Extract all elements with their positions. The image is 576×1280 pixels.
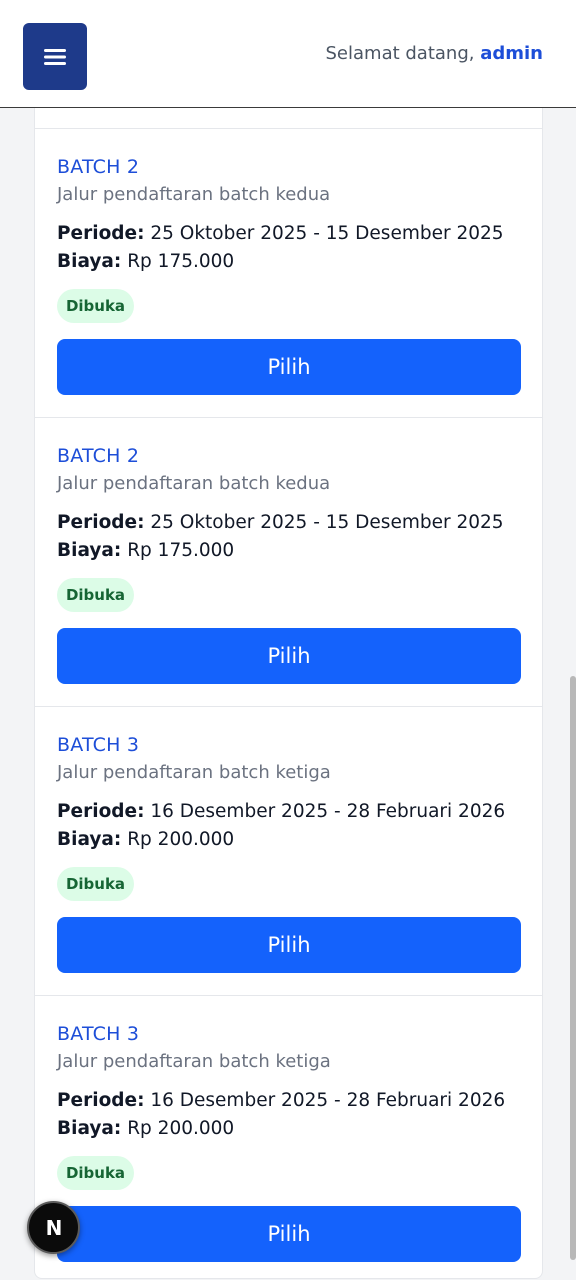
batch-title: BATCH 2 [57,156,140,178]
nextjs-logo-icon[interactable]: N [27,1201,80,1254]
biaya-value: Rp 200.000 [127,829,235,850]
pilih-button[interactable]: Pilih [57,628,521,684]
status-badge: Dibuka [57,289,134,323]
pilih-button[interactable]: Pilih [57,339,521,395]
batch-biaya: Biaya: Rp 175.000 [57,251,234,272]
menu-button[interactable] [23,23,87,90]
pilih-button[interactable]: Pilih [57,1206,521,1262]
batch-biaya: Biaya: Rp 175.000 [57,540,234,561]
content-scroll-area[interactable]: BATCH 2 Jalur pendaftaran batch kedua Pe… [0,108,576,1280]
periode-value: 16 Desember 2025 - 28 Februari 2026 [150,801,506,822]
periode-label: Periode: [57,223,145,244]
periode-value: 25 Oktober 2025 - 15 Desember 2025 [150,512,504,533]
biaya-value: Rp 200.000 [127,1118,235,1139]
welcome-message: Selamat datang, admin [326,43,544,64]
batch-biaya: Biaya: Rp 200.000 [57,1118,234,1139]
periode-label: Periode: [57,801,145,822]
svg-text:N: N [45,1216,62,1240]
batch-biaya: Biaya: Rp 200.000 [57,829,234,850]
batch-item: BATCH 2 Jalur pendaftaran batch kedua Pe… [35,418,542,707]
hamburger-icon [44,48,66,65]
status-badge: Dibuka [57,578,134,612]
batch-item: BATCH 3 Jalur pendaftaran batch ketiga P… [35,707,542,996]
scrollbar-thumb[interactable] [570,676,576,1260]
batch-list-panel: BATCH 2 Jalur pendaftaran batch kedua Pe… [34,108,543,1279]
batch-periode: Periode: 25 Oktober 2025 - 15 Desember 2… [57,223,504,244]
biaya-label: Biaya: [57,1118,122,1139]
biaya-value: Rp 175.000 [127,540,235,561]
batch-title: BATCH 2 [57,445,140,467]
batch-periode: Periode: 25 Oktober 2025 - 15 Desember 2… [57,512,504,533]
batch-description: Jalur pendaftaran batch kedua [57,473,331,494]
pilih-button[interactable]: Pilih [57,917,521,973]
batch-periode: Periode: 16 Desember 2025 - 28 Februari … [57,1090,505,1111]
batch-description: Jalur pendaftaran batch ketiga [57,1051,331,1072]
username: admin [480,43,543,64]
batch-item: BATCH 3 Jalur pendaftaran batch ketiga P… [35,996,542,1280]
top-header: Selamat datang, admin [0,0,576,108]
biaya-label: Biaya: [57,251,122,272]
batch-description: Jalur pendaftaran batch kedua [57,184,331,205]
periode-label: Periode: [57,1090,145,1111]
batch-title: BATCH 3 [57,1023,140,1045]
biaya-label: Biaya: [57,829,122,850]
biaya-value: Rp 175.000 [127,251,235,272]
n-letter-icon: N [45,1216,62,1240]
welcome-text: Selamat datang, [325,43,475,64]
status-badge: Dibuka [57,867,134,901]
periode-label: Periode: [57,512,145,533]
periode-value: 25 Oktober 2025 - 15 Desember 2025 [150,223,504,244]
batch-title: BATCH 3 [57,734,140,756]
batch-description: Jalur pendaftaran batch ketiga [57,762,331,783]
status-badge: Dibuka [57,1156,134,1190]
biaya-label: Biaya: [57,540,122,561]
periode-value: 16 Desember 2025 - 28 Februari 2026 [150,1090,506,1111]
batch-item: BATCH 2 Jalur pendaftaran batch kedua Pe… [35,129,542,418]
batch-periode: Periode: 16 Desember 2025 - 28 Februari … [57,801,505,822]
